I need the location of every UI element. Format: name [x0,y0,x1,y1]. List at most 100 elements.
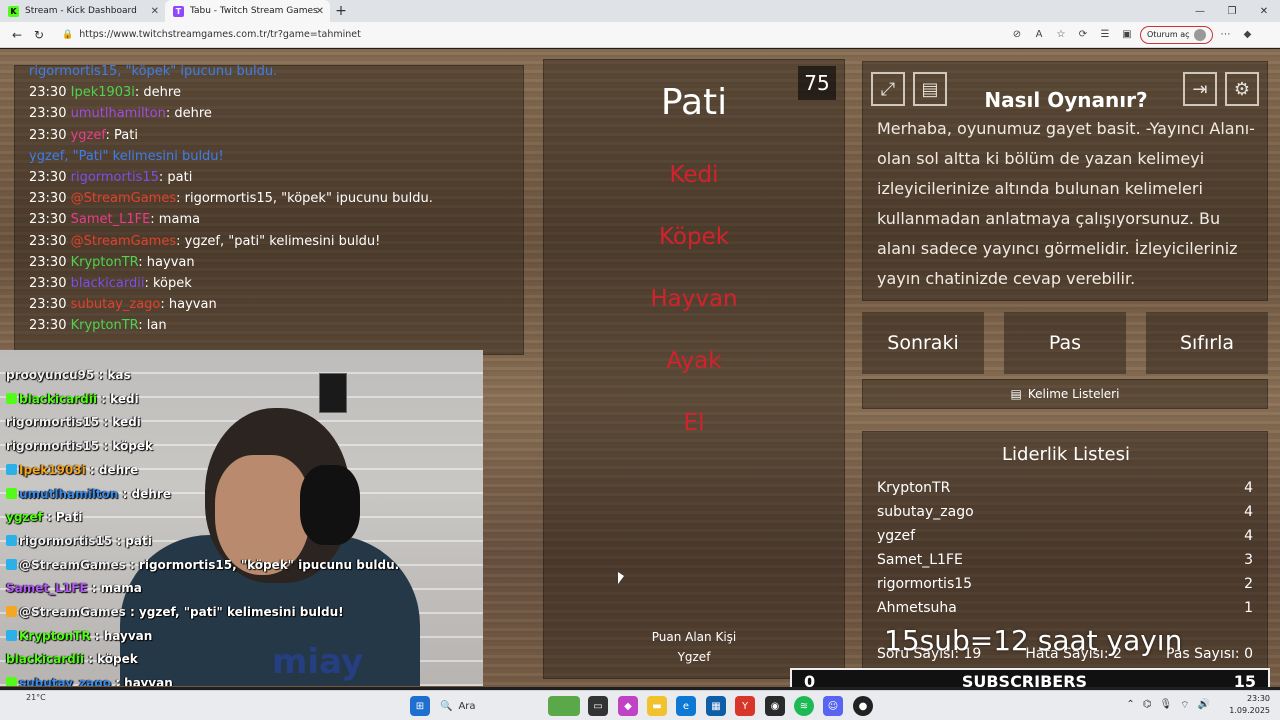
subs-current: 0 [804,671,816,688]
tracking-icon[interactable]: ⊘ [1008,26,1026,44]
kick-chat-username[interactable]: subutay_zago [19,676,111,686]
url-field[interactable]: 🔒 https://www.twitchstreamgames.com.tr/t… [58,25,1008,45]
kick-chat-username[interactable]: blackicardii [19,392,97,406]
edge-browser-icon[interactable]: e [676,696,696,716]
favorite-star-icon[interactable]: ☆ [1052,26,1070,44]
collections-icon[interactable]: ▣ [1118,26,1136,44]
address-bar-row: ← ↻ 🔒 https://www.twitchstreamgames.com.… [0,22,1280,48]
kick-chat-text: : rigormortis15, "köpek" ipucunu buldu. [125,557,400,572]
close-window-icon[interactable]: ✕ [1248,0,1280,22]
store-icon[interactable]: ▦ [706,696,726,716]
obs-studio-icon[interactable]: ● [853,696,873,716]
chat-username[interactable]: umutlhamilton [71,106,166,121]
leaderboard-score: 4 [1244,480,1253,496]
chat-badge-icon [6,606,17,617]
chat-username[interactable]: @StreamGames [71,234,177,249]
kick-chat-username[interactable]: ygzef [6,510,43,524]
next-button[interactable]: Sonraki [862,312,984,374]
chat-text: : hayvan [160,297,217,313]
close-tab-icon[interactable]: ✕ [316,6,324,17]
task-view-icon[interactable]: ▭ [588,696,608,716]
more-menu-icon[interactable]: ⋯ [1217,26,1235,44]
word-lists-button[interactable]: ▤ Kelime Listeleri [862,379,1268,409]
file-explorer-icon[interactable]: ▬ [647,696,667,716]
signin-button[interactable]: Oturum aç [1140,25,1213,44]
kick-chat-message: Ipek1903i : dehre [6,463,138,477]
favorites-icon[interactable]: ☰ [1096,26,1114,44]
url-text: https://www.twitchstreamgames.com.tr/tr?… [79,29,361,40]
chat-username[interactable]: KryptonTR [71,255,139,270]
network-icon[interactable]: ⌬ [1143,699,1152,712]
copilot-app-icon[interactable]: ◆ [618,696,638,716]
kick-chat-message: blackicardii : kedi [6,392,139,406]
pass-button[interactable]: Pas [1004,312,1126,374]
kick-chat-text: : hayvan [90,628,153,643]
close-tab-icon[interactable]: ✕ [151,6,159,17]
kick-chat-message: rigormortis15 : kedi [6,415,141,429]
chat-username[interactable]: subutay_zago [71,297,161,312]
address-actions: ⊘ A ☆ ⟳ ☰ ▣ Oturum aç ⋯ ◆ [1008,25,1257,44]
kick-chat-username[interactable]: Ipek1903i [19,463,86,477]
chat-time: 23:30 [29,212,67,228]
kick-chat-username[interactable]: KryptonTR [19,629,91,643]
chat-username[interactable]: @StreamGames [71,191,177,206]
kick-chat-username[interactable]: rigormortis15 [6,415,99,429]
chat-username[interactable]: rigormortis15 [71,170,159,185]
kick-chat-username[interactable]: blackicardii [6,652,84,666]
kick-chat-username[interactable]: @StreamGames [19,558,126,572]
extensions-icon[interactable]: ⟳ [1074,26,1092,44]
tab-kick-dashboard[interactable]: K Stream - Kick Dashboard ✕ [0,0,165,22]
volume-icon[interactable]: 🔊 [1198,699,1210,712]
chat-username[interactable]: KryptonTR [71,318,139,333]
tab-tabu-game[interactable]: T Tabu - Twitch Stream Games ✕ [165,0,330,22]
kick-chat-username[interactable]: @StreamGames [19,605,126,619]
kick-chat-username[interactable]: umutlhamilton [19,487,118,501]
clock[interactable]: 23:30 1.09.2025 [1229,693,1270,717]
mic-icon[interactable]: 🎙 [1159,699,1172,712]
wifi-icon[interactable]: ⌔ [1180,699,1189,712]
minimize-icon[interactable]: — [1184,0,1216,22]
search-icon: 🔍 [440,700,453,712]
kick-chat-username[interactable]: rigormortis15 [6,439,99,453]
word-lists-label: Kelime Listeleri [1027,387,1120,401]
start-windows-icon[interactable]: ⊞ [410,696,430,716]
back-icon[interactable]: ← [6,24,28,46]
chevron-up-icon[interactable]: ⌃ [1126,699,1134,712]
kick-chat-text: : Pati [42,510,83,525]
chat-username[interactable]: Ipek1903i [71,85,135,100]
reload-icon[interactable]: ↻ [28,24,50,46]
weather-widget[interactable]: 21°C [26,693,46,702]
chat-username[interactable]: Samet_L1FE [71,212,151,227]
read-aloud-icon[interactable]: A [1030,26,1048,44]
chat-badge-icon [6,487,17,499]
chat-message: ygzef, "Pati" kelimesini buldu! [29,149,224,164]
leaderboard-name: Samet_L1FE [877,552,963,568]
chat-username[interactable]: blackicardii [71,276,145,291]
widgets-icon[interactable] [548,696,580,716]
reset-button[interactable]: Sıfırla [1146,312,1268,374]
kick-chat-username[interactable]: rigormortis15 [19,534,112,548]
yandex-icon[interactable]: Y [735,696,755,716]
windows-taskbar: 21°C ⊞ 🔍 Ara ▭ ◆ ▬ e ▦ Y ◉ ≋ ☺ ● ⌃ ⌬ 🎙 ⌔… [0,690,1280,720]
chat-username[interactable]: ygzef [71,128,106,143]
how-to-play-text: Merhaba, oyunumuz gayet basit. -Yayıncı … [877,119,1255,288]
discord-icon[interactable]: ☺ [823,696,843,716]
scorer-label: Puan Alan Kişi [651,630,737,644]
kick-chat-username[interactable]: Samet_L1FE [6,581,88,595]
clock-time: 23:30 [1246,694,1270,703]
leaderboard-score: 4 [1244,528,1253,544]
kick-chat-username[interactable]: prooyuncu95 [6,368,94,382]
spotify-icon[interactable]: ≋ [794,696,814,716]
obs-app-icon[interactable]: ◉ [765,696,785,716]
maximize-icon[interactable]: ❐ [1216,0,1248,22]
lock-icon[interactable]: 🔒 [62,30,73,40]
chat-text: : lan [138,318,167,334]
leaderboard-row: Samet_L1FE 3 [877,552,1253,574]
taskbar-search[interactable]: 🔍 Ara [440,696,540,716]
leaderboard-row: ygzef 4 [877,528,1253,550]
taboo-word: Ayak [666,348,722,374]
kick-chat-text: : ygzef, "pati" kelimesini buldu! [125,605,344,619]
copilot-icon[interactable]: ◆ [1239,26,1257,44]
new-tab-icon[interactable]: + [330,0,352,22]
chat-text: : dehre [134,85,181,101]
